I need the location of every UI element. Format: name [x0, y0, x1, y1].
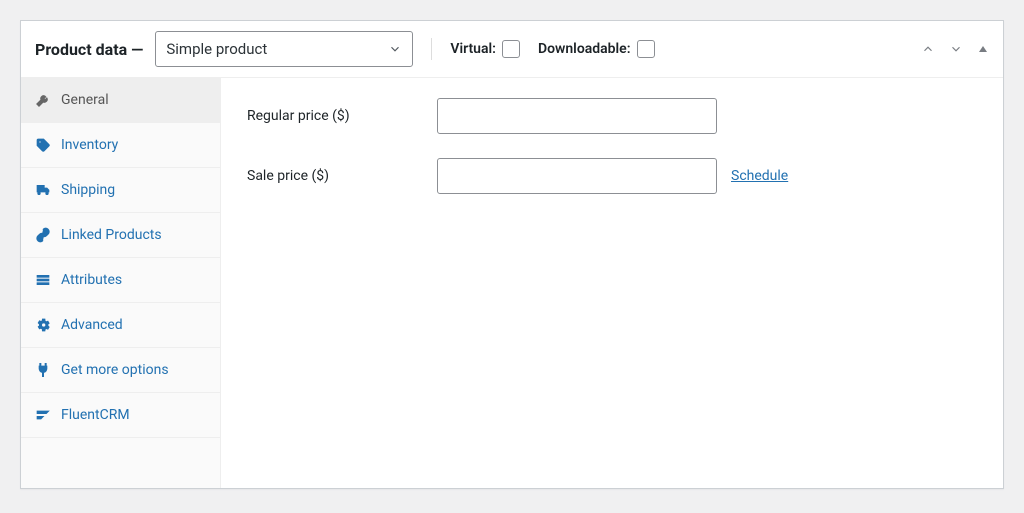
- sale-price-row: Sale price ($) Schedule: [247, 158, 977, 194]
- divider: [431, 38, 432, 60]
- general-tab-content: Regular price ($) Sale price ($) Schedul…: [221, 78, 1003, 488]
- panel-header: Product data — Simple product Virtual: D…: [21, 21, 1003, 78]
- tab-label: Advanced: [61, 317, 123, 333]
- panel-body: General Inventory Shipping Linked Produc…: [21, 78, 1003, 488]
- product-type-select[interactable]: Simple product: [155, 31, 413, 67]
- tab-fluentcrm[interactable]: FluentCRM: [21, 393, 220, 438]
- tab-label: Linked Products: [61, 227, 162, 243]
- regular-price-row: Regular price ($): [247, 98, 977, 134]
- gear-icon: [35, 317, 51, 333]
- truck-icon: [35, 182, 51, 198]
- sale-price-label: Sale price ($): [247, 168, 437, 184]
- chevron-down-icon: [388, 42, 402, 56]
- sale-price-input[interactable]: [437, 158, 717, 194]
- product-data-panel: Product data — Simple product Virtual: D…: [20, 20, 1004, 489]
- tab-get-more-options[interactable]: Get more options: [21, 348, 220, 393]
- tab-label: FluentCRM: [61, 407, 130, 423]
- tab-shipping[interactable]: Shipping: [21, 168, 220, 213]
- tag-icon: [35, 137, 51, 153]
- product-type-value: Simple product: [166, 40, 267, 58]
- virtual-checkbox[interactable]: [502, 40, 520, 58]
- downloadable-checkbox-group[interactable]: Downloadable:: [538, 40, 655, 58]
- virtual-label: Virtual:: [450, 41, 496, 57]
- panel-title: Product data —: [35, 40, 143, 59]
- tab-label: Attributes: [61, 272, 122, 288]
- schedule-link[interactable]: Schedule: [731, 168, 788, 184]
- tab-label: Shipping: [61, 182, 115, 198]
- regular-price-input[interactable]: [437, 98, 717, 134]
- tab-label: Inventory: [61, 137, 118, 153]
- downloadable-checkbox[interactable]: [637, 40, 655, 58]
- tab-inventory[interactable]: Inventory: [21, 123, 220, 168]
- product-data-tabs: General Inventory Shipping Linked Produc…: [21, 78, 221, 488]
- fluentcrm-icon: [35, 407, 51, 423]
- tab-label: General: [61, 92, 109, 108]
- regular-price-label: Regular price ($): [247, 108, 437, 124]
- toggle-panel-icon[interactable]: [977, 43, 989, 55]
- list-icon: [35, 272, 51, 288]
- tab-linked-products[interactable]: Linked Products: [21, 213, 220, 258]
- plug-icon: [35, 362, 51, 378]
- header-checkboxes: Virtual: Downloadable:: [450, 40, 654, 58]
- tab-advanced[interactable]: Advanced: [21, 303, 220, 348]
- move-up-icon[interactable]: [921, 42, 935, 56]
- link-icon: [35, 227, 51, 243]
- tab-general[interactable]: General: [21, 78, 220, 123]
- move-down-icon[interactable]: [949, 42, 963, 56]
- tab-attributes[interactable]: Attributes: [21, 258, 220, 303]
- wrench-icon: [35, 92, 51, 108]
- panel-handle-controls: [921, 42, 989, 56]
- tab-label: Get more options: [61, 362, 169, 378]
- virtual-checkbox-group[interactable]: Virtual:: [450, 40, 520, 58]
- downloadable-label: Downloadable:: [538, 41, 631, 57]
